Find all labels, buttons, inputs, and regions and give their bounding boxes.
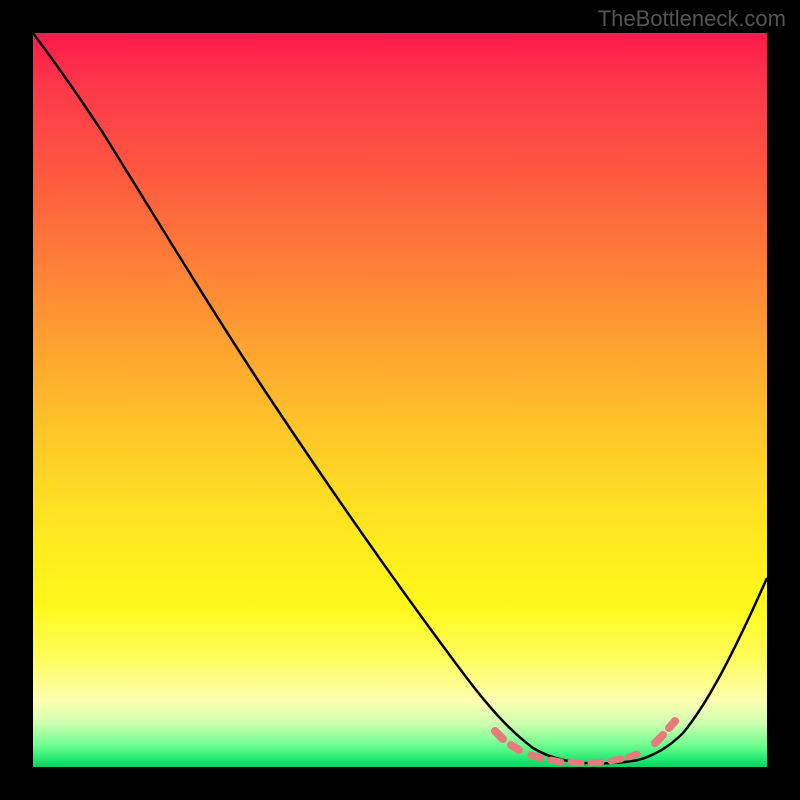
- bottleneck-curve: [33, 33, 767, 763]
- watermark-text: TheBottleneck.com: [598, 6, 786, 32]
- chart-svg: [33, 33, 767, 767]
- chart-plot-area: [33, 33, 767, 767]
